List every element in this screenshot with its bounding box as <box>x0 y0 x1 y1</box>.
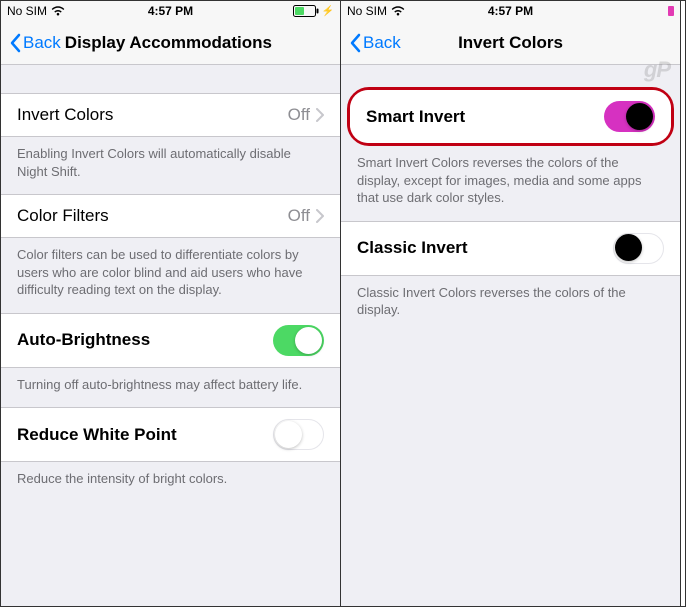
charging-icon: ⚡ <box>322 6 334 17</box>
smart-invert-switch[interactable] <box>604 101 655 132</box>
row-label: Color Filters <box>17 206 109 226</box>
row-footer: Enabling Invert Colors will automaticall… <box>1 137 340 194</box>
content-area: Invert Colors Off Enabling Invert Colors… <box>1 65 340 606</box>
status-bar: No SIM 4:57 PM <box>341 1 680 21</box>
wifi-icon <box>51 6 65 16</box>
row-invert-colors[interactable]: Invert Colors Off <box>1 93 340 137</box>
chevron-left-icon <box>9 33 21 53</box>
nav-bar: Back Invert Colors <box>341 21 680 65</box>
auto-brightness-switch[interactable] <box>273 325 324 356</box>
wifi-icon <box>391 6 405 16</box>
row-footer: Classic Invert Colors reverses the color… <box>341 276 680 333</box>
row-classic-invert: Classic Invert <box>341 221 680 276</box>
back-button[interactable]: Back <box>349 33 401 53</box>
row-footer: Turning off auto-brightness may affect b… <box>1 368 340 408</box>
chevron-left-icon <box>349 33 361 53</box>
row-footer: Reduce the intensity of bright colors. <box>1 462 340 502</box>
classic-invert-switch[interactable] <box>613 233 664 264</box>
status-time: 4:57 PM <box>148 4 193 18</box>
status-time: 4:57 PM <box>488 4 533 18</box>
status-bar: No SIM 4:57 PM ⚡ <box>1 1 340 21</box>
battery-icon <box>293 5 319 17</box>
watermark: gP <box>644 57 670 83</box>
content-area: Smart Invert Smart Invert Colors reverse… <box>341 65 680 606</box>
page-title: Invert Colors <box>458 33 563 53</box>
row-color-filters[interactable]: Color Filters Off <box>1 194 340 238</box>
row-label: Smart Invert <box>366 107 465 127</box>
row-label: Invert Colors <box>17 105 113 125</box>
row-label: Classic Invert <box>357 238 468 258</box>
nav-bar: Back Display Accommodations <box>1 21 340 65</box>
row-smart-invert: Smart Invert <box>350 90 671 143</box>
row-value: Off <box>288 105 310 125</box>
page-title: Display Accommodations <box>65 33 272 53</box>
reduce-white-point-switch[interactable] <box>273 419 324 450</box>
row-label: Auto-Brightness <box>17 330 150 350</box>
row-reduce-white-point: Reduce White Point <box>1 407 340 462</box>
row-label: Reduce White Point <box>17 425 177 445</box>
phone-right: No SIM 4:57 PM Back Invert Colors gP Sma… <box>341 1 681 606</box>
back-label: Back <box>363 33 401 53</box>
row-auto-brightness: Auto-Brightness <box>1 313 340 368</box>
chevron-right-icon <box>316 209 324 223</box>
carrier-text: No SIM <box>347 4 387 18</box>
row-value: Off <box>288 206 310 226</box>
carrier-text: No SIM <box>7 4 47 18</box>
back-label: Back <box>23 33 61 53</box>
phone-left: No SIM 4:57 PM ⚡ Back Display Accommodat… <box>1 1 341 606</box>
highlight-ring: Smart Invert <box>347 87 674 146</box>
row-footer: Smart Invert Colors reverses the colors … <box>341 146 680 221</box>
chevron-right-icon <box>316 108 324 122</box>
battery-indicator <box>668 6 674 16</box>
row-footer: Color filters can be used to differentia… <box>1 238 340 313</box>
back-button[interactable]: Back <box>9 33 61 53</box>
